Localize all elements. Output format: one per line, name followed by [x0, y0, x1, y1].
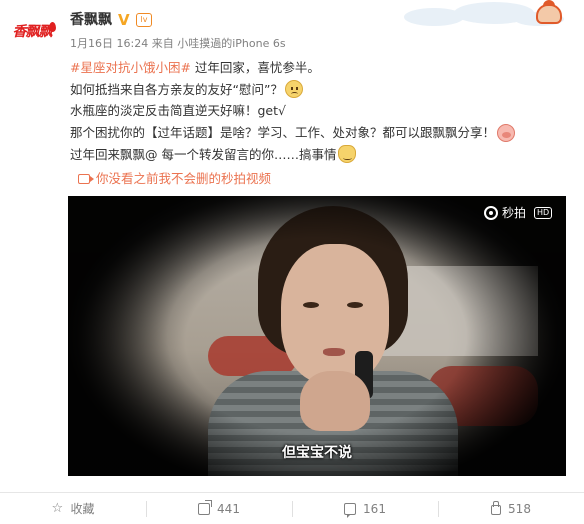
- level-badge-icon[interactable]: lv: [136, 13, 152, 27]
- topic-tag[interactable]: #星座对抗小饿小困#: [70, 60, 191, 75]
- cat-emoji-icon: [338, 145, 357, 164]
- video-link-label: 你没看之前我不会删的秒拍视频: [96, 171, 272, 186]
- post-line-5: 过年回来飘飘@ 每一个转发留言的你……搞事情: [70, 144, 575, 166]
- video-vignette: [68, 196, 566, 476]
- share-icon: [198, 502, 211, 515]
- post-line-1: #星座对抗小饿小困# 过年回家，喜忧参半。: [70, 57, 575, 79]
- video-subtitle: 但宝宝不说: [282, 445, 352, 461]
- line-1-text: 过年回家，喜忧参半。: [190, 60, 320, 75]
- user-nickname[interactable]: 香飘飘: [70, 10, 112, 30]
- post-text: #星座对抗小饿小困# 过年回家，喜忧参半。 如何抵挡来自各方亲友的友好“慰问”？…: [70, 57, 575, 166]
- post-meta: 1月16日 16:24 来自 小哇摸過的iPhone 6s: [70, 37, 286, 51]
- pig-emoji-icon: [497, 123, 516, 142]
- mascot-icon: [536, 0, 562, 24]
- line-4-text: 那个困扰你的【过年话题】是啥？学习、工作、处对象？都可以跟飘飘分享！: [70, 125, 496, 141]
- post-time[interactable]: 1月16日 16:24: [70, 37, 148, 50]
- sad-emoji-icon: [284, 80, 303, 99]
- header-decoration: [384, 0, 584, 30]
- like-button[interactable]: 518: [438, 493, 584, 524]
- comment-button[interactable]: 161: [292, 493, 438, 524]
- star-icon: ☆: [51, 500, 64, 516]
- avatar-logo-text: 香飘飘: [12, 24, 53, 40]
- drop-icon: [49, 22, 56, 32]
- video-brand-label: 秒拍: [502, 206, 527, 220]
- favorite-label: 收藏: [70, 502, 95, 516]
- source-prefix: 来自: [151, 37, 174, 50]
- verified-icon[interactable]: V: [118, 12, 132, 28]
- line-2-text: 如何抵挡来自各方亲友的友好“慰问”？: [70, 81, 283, 97]
- action-bar: ☆ 收藏 441 161 518: [0, 493, 584, 524]
- share-count: 441: [217, 501, 240, 516]
- like-count: 518: [508, 501, 531, 516]
- hd-badge[interactable]: HD: [534, 206, 553, 219]
- thumbs-up-icon: [491, 500, 502, 515]
- line-3-text: 水瓶座的淡定反击简直逆天好嘛！get√: [70, 103, 286, 119]
- video-player[interactable]: 秒拍 HD 但宝宝不说: [68, 196, 566, 476]
- line-5-text: 过年回来飘飘@ 每一个转发留言的你……搞事情: [70, 146, 337, 162]
- favorite-button[interactable]: ☆ 收藏: [0, 493, 146, 524]
- video-camera-icon: [78, 174, 94, 184]
- share-button[interactable]: 441: [146, 493, 292, 524]
- comment-icon: [344, 502, 357, 518]
- video-link[interactable]: 你没看之前我不会删的秒拍视频: [78, 170, 271, 188]
- post-line-3: 水瓶座的淡定反击简直逆天好嘛！get√: [70, 100, 575, 122]
- comment-count: 161: [363, 501, 386, 516]
- post-source: 小哇摸過的iPhone 6s: [177, 37, 286, 50]
- avatar[interactable]: 香飘飘: [6, 20, 58, 42]
- post-line-2: 如何抵挡来自各方亲友的友好“慰问”？: [70, 79, 575, 101]
- video-brand: 秒拍 HD: [484, 204, 553, 221]
- post-line-4: 那个困扰你的【过年话题】是啥？学习、工作、处对象？都可以跟飘飘分享！: [70, 122, 575, 144]
- miaopai-logo-icon: [484, 205, 498, 220]
